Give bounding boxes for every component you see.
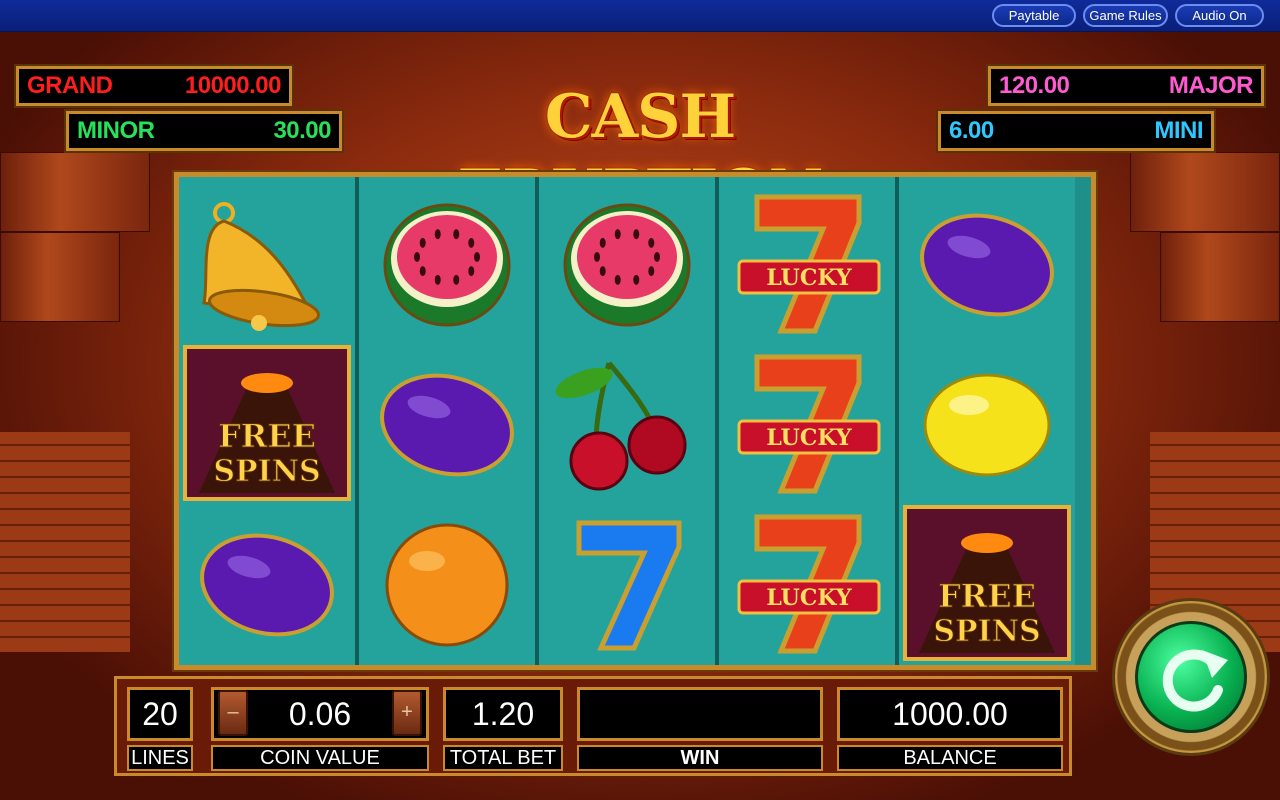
- lucky-seven-icon: LUCKY: [719, 183, 895, 343]
- audio-toggle-button[interactable]: Audio On: [1175, 4, 1264, 27]
- orange-icon: [359, 503, 535, 663]
- right-temple-block-2: [1160, 232, 1280, 322]
- lucky-text: LUCKY: [766, 265, 851, 291]
- plum-icon: [179, 503, 355, 663]
- plum-icon: [899, 183, 1075, 343]
- balance-value: 1000.00: [837, 687, 1063, 741]
- free-spins-text-line2: SPINS: [933, 614, 1040, 649]
- grand-jackpot-value: 10000.00: [184, 72, 282, 99]
- free-spins-icon: FREE SPINS: [899, 503, 1075, 663]
- minor-jackpot-value: 30.00: [273, 117, 331, 144]
- free-spins-text-line2: SPINS: [213, 454, 320, 489]
- reel-2: [359, 177, 535, 665]
- paytable-button[interactable]: Paytable: [992, 4, 1076, 27]
- free-spins-text-line1: FREE: [218, 417, 316, 455]
- win-value: [577, 687, 823, 741]
- lines-value: 20: [127, 687, 193, 741]
- reel-3: [539, 177, 715, 665]
- coin-value-label: COIN VALUE: [211, 745, 429, 771]
- spin-button[interactable]: [1112, 598, 1270, 756]
- major-jackpot-value: 120.00: [999, 72, 1070, 99]
- reel-5: FREE SPINS: [899, 177, 1075, 665]
- bet-panel: 20 LINES 0.06 – + COIN VALUE 1.20 TOTAL …: [114, 676, 1072, 776]
- game-rules-button[interactable]: Game Rules: [1083, 4, 1168, 27]
- reel-1: FREE SPINS: [179, 177, 355, 665]
- left-temple-block: [0, 152, 150, 232]
- coin-value: 0.06: [288, 696, 352, 732]
- watermelon-icon: [359, 183, 535, 343]
- cherries-icon: [539, 343, 715, 503]
- major-jackpot-label: MAJOR: [1168, 72, 1254, 99]
- coin-increase-button[interactable]: +: [392, 690, 422, 736]
- grand-jackpot-label: GRAND: [27, 72, 113, 99]
- minor-jackpot: MINOR 30.00: [64, 109, 344, 153]
- coin-decrease-button[interactable]: –: [218, 690, 248, 736]
- free-spins-text-line1: FREE: [938, 577, 1036, 615]
- spin-button-core[interactable]: [1135, 621, 1247, 733]
- watermelon-icon: [539, 183, 715, 343]
- win-label: WIN: [577, 745, 823, 771]
- bell-icon: [179, 183, 355, 343]
- free-spins-icon: FREE SPINS: [179, 343, 355, 503]
- lucky-seven-icon: LUCKY: [719, 343, 895, 503]
- blue-seven-icon: [539, 503, 715, 663]
- total-bet-label: TOTAL BET: [443, 745, 563, 771]
- grand-jackpot: GRAND 10000.00: [14, 64, 294, 108]
- lucky-text: LUCKY: [766, 425, 851, 451]
- left-temple-steps: [0, 432, 130, 652]
- mini-jackpot-value: 6.00: [949, 117, 994, 144]
- balance-label: BALANCE: [837, 745, 1063, 771]
- top-menu-bar: Paytable Game Rules Audio On: [0, 0, 1280, 32]
- lemon-icon: [899, 343, 1075, 503]
- left-temple-block-2: [0, 232, 120, 322]
- lucky-text: LUCKY: [766, 585, 851, 611]
- plum-icon: [359, 343, 535, 503]
- game-title-logo: CASH ERUPTION: [458, 82, 824, 227]
- mini-jackpot: 6.00 MINI: [936, 109, 1216, 153]
- right-temple-block: [1130, 152, 1280, 232]
- spin-arrow-icon: [1162, 649, 1228, 712]
- lines-label: LINES: [127, 745, 193, 771]
- total-bet-value: 1.20: [443, 687, 563, 741]
- lucky-seven-icon: LUCKY: [719, 503, 895, 663]
- minor-jackpot-label: MINOR: [77, 117, 155, 144]
- reel-4: LUCKY LUCKY LUCKY: [719, 177, 895, 665]
- major-jackpot: 120.00 MAJOR: [986, 64, 1266, 108]
- mini-jackpot-label: MINI: [1154, 117, 1203, 144]
- reel-frame: FREE SPINS LUCKY LUCKY LUCKY FREE SPINS: [174, 172, 1096, 670]
